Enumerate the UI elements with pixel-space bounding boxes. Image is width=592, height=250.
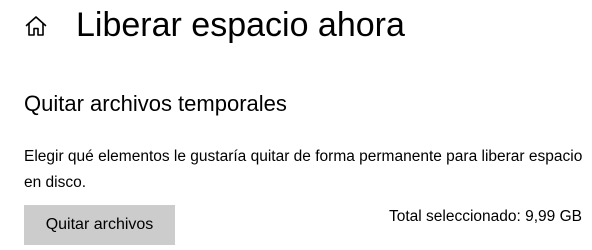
total-selected-label: Total seleccionado: 9,99 GB bbox=[388, 208, 582, 225]
home-icon[interactable] bbox=[24, 14, 48, 38]
page-title: Liberar espacio ahora bbox=[76, 6, 405, 44]
remove-files-button[interactable]: Quitar archivos bbox=[24, 205, 175, 245]
page-header: Liberar espacio ahora bbox=[0, 0, 592, 60]
section-description: Elegir qué elementos le gustaría quitar … bbox=[24, 148, 583, 191]
section-title: Quitar archivos temporales bbox=[24, 91, 287, 116]
